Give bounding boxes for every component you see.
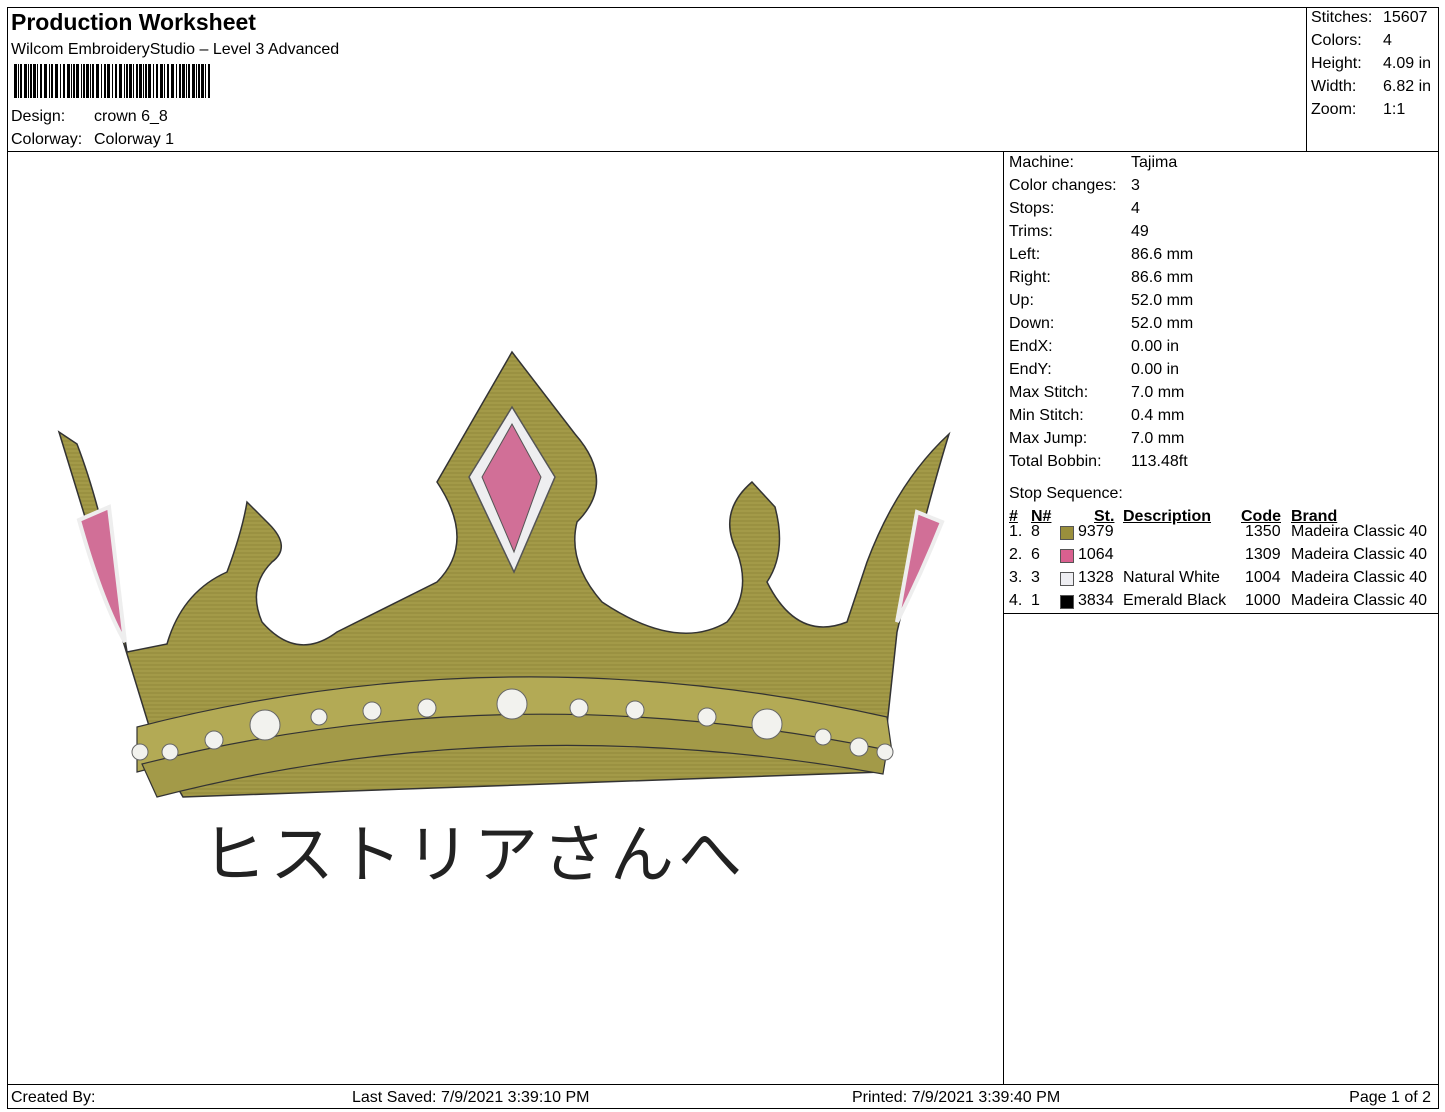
worksheet-footer: Created By: Last Saved: 7/9/2021 3:39:10… [7,1084,1439,1109]
color-swatch [1060,595,1074,609]
design-preview: ヒストリアさんへ [7,152,1004,1084]
page-title: Production Worksheet [11,9,256,35]
footer-page-number: Page 1 of 2 [1349,1089,1431,1106]
software-subtitle: Wilcom EmbroideryStudio – Level 3 Advanc… [11,41,340,58]
colorway-label: Colorway: [11,131,83,148]
stop-sequence-title: Stop Sequence: [1009,485,1123,502]
stop-sequence-divider [1004,613,1439,614]
colorway-value: Colorway 1 [94,131,175,148]
crown-embroidery [57,350,951,798]
color-swatch [1060,549,1074,563]
color-swatch [1060,526,1074,540]
design-label: Design: [11,108,66,125]
footer-printed: Printed: 7/9/2021 3:39:40 PM [852,1089,1061,1106]
barcode [14,64,210,98]
design-value: crown 6_8 [94,108,168,125]
design-caption: ヒストリアさんへ [202,819,746,893]
col-description: Description [1123,508,1212,525]
footer-last-saved: Last Saved: 7/9/2021 3:39:10 PM [352,1089,590,1106]
footer-created-by: Created By: [11,1089,96,1106]
color-swatch [1060,572,1074,586]
left-jewel [76,504,127,643]
summary-panel: Stitches: 15607 Colors: 4 Height: 4.09 in W… [1307,7,1439,152]
